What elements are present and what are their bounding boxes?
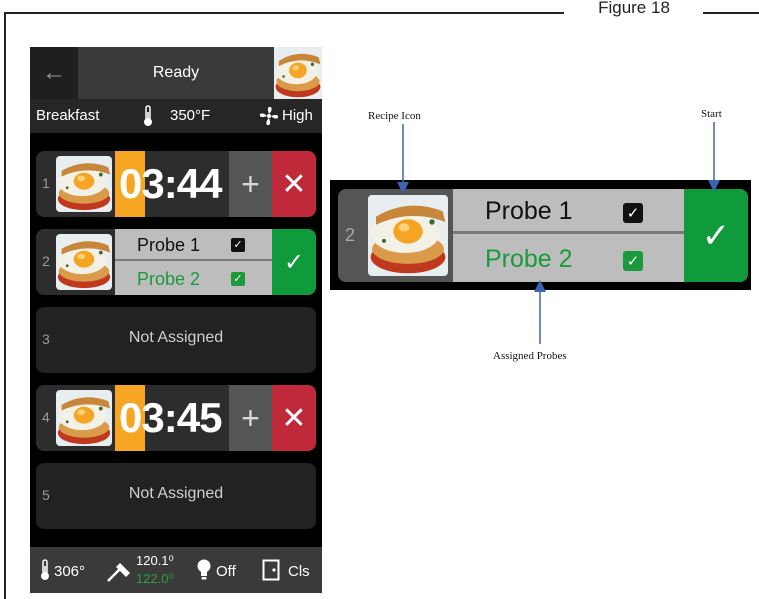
probe-1-label: Probe 1	[485, 197, 573, 225]
fan-speed: High	[282, 107, 313, 124]
thermometer-icon	[41, 559, 49, 580]
assigned-probes-label: Assigned Probes	[493, 350, 567, 362]
top-bar: ← Ready	[30, 47, 322, 99]
slot-4[interactable]: 4 03:45 + ✕	[36, 385, 316, 451]
door-icon	[262, 559, 280, 581]
back-button[interactable]: ←	[30, 47, 78, 99]
recipe-thumbnail	[56, 156, 112, 212]
thermometer-icon	[144, 105, 152, 126]
checkbox-checked-icon: ✓	[623, 251, 643, 271]
plus-icon: +	[241, 165, 260, 202]
add-time-button[interactable]: +	[229, 385, 272, 451]
frame-border-top-right	[703, 12, 759, 14]
start-button[interactable]: ✓	[272, 229, 316, 295]
zoomed-slot-2: 2 Probe 1 ✓ Probe 2 ✓ ✓	[338, 189, 748, 282]
recipe-thumbnail	[56, 390, 112, 446]
start-label: Start	[701, 108, 722, 120]
slot-2[interactable]: 2 Probe 1 ✓ Probe 2 ✓ ✓	[36, 229, 316, 295]
slot-5[interactable]: 5 Not Assigned	[36, 463, 316, 529]
timer-remaining-digits: 3:44	[141, 160, 222, 207]
door-status: Cls	[288, 563, 310, 580]
recipe-icon-label: Recipe Icon	[368, 110, 421, 122]
probe-2-label: Probe 2	[137, 269, 201, 289]
figure-title: Figure 18	[598, 0, 670, 17]
recipe-thumbnail[interactable]	[274, 47, 322, 99]
checkmark-icon: ✓	[283, 248, 305, 276]
checkbox-checked-icon: ✓	[623, 203, 643, 223]
probe-1-temperature: 120.1⁰	[136, 553, 174, 568]
cavity-temperature: 306°	[54, 563, 86, 580]
slot-number: 4	[42, 409, 50, 425]
set-temperature: 350°F	[170, 107, 211, 124]
close-icon: ✕	[281, 167, 307, 201]
cancel-button[interactable]: ✕	[272, 151, 316, 217]
timer-remaining-digits: 3:45	[141, 394, 222, 441]
frame-border-top-left	[4, 12, 564, 14]
slot-status: Not Assigned	[128, 329, 224, 346]
bottom-status-bar: 306° 120.1⁰ 122.0⁰ Off Cls	[30, 547, 322, 593]
probe-2-temperature: 122.0⁰	[136, 571, 174, 586]
fan-icon	[259, 106, 279, 126]
close-icon: ✕	[281, 401, 307, 435]
assigned-probes: Probe 1 ✓ Probe 2 ✓	[115, 229, 272, 295]
add-time-button[interactable]: +	[229, 151, 272, 217]
probe-icon[interactable]	[106, 559, 132, 583]
slot-timer: 03:45	[119, 393, 229, 443]
arrow-left-icon: ←	[42, 59, 66, 86]
recipe-icon	[368, 195, 448, 276]
slot-number: 1	[42, 175, 50, 191]
slot-3[interactable]: 3 Not Assigned	[36, 307, 316, 373]
checkbox-checked-icon[interactable]: ✓	[231, 272, 245, 286]
slot-timer: 03:44	[119, 159, 229, 209]
plus-icon: +	[241, 399, 260, 436]
slot-number: 2	[345, 225, 356, 245]
checkmark-icon: ✓	[701, 216, 731, 255]
probe-row-2: Probe 2 ✓	[453, 237, 684, 282]
assigned-probes: Probe 1 ✓ Probe 2 ✓	[453, 189, 684, 282]
cancel-button[interactable]: ✕	[272, 385, 316, 451]
slot-1[interactable]: 1 03:44 + ✕	[36, 151, 316, 217]
recipe-thumbnail	[56, 234, 112, 290]
timer-accent-digit: 0	[119, 160, 142, 207]
recipe-name: Breakfast	[36, 107, 100, 124]
probe-row-2[interactable]: Probe 2 ✓	[115, 263, 272, 295]
status-title: Ready	[78, 47, 274, 99]
device-screen: ← Ready Breakfast 350°F High 1 03:44 + ✕…	[30, 47, 322, 593]
timer-accent-digit: 0	[119, 394, 142, 441]
zoomed-slot-callout: 2 Probe 1 ✓ Probe 2 ✓ ✓	[330, 180, 751, 290]
probe-row-1[interactable]: Probe 1 ✓	[115, 229, 272, 261]
checkbox-checked-icon[interactable]: ✓	[231, 238, 245, 252]
lightbulb-icon[interactable]	[196, 559, 212, 581]
frame-border-left	[4, 12, 6, 599]
recipe-info-bar: Breakfast 350°F High	[30, 99, 322, 133]
start-button: ✓	[684, 189, 748, 282]
probe-1-label: Probe 1	[137, 235, 201, 255]
slot-number: 2	[42, 253, 50, 269]
probe-row-1: Probe 1 ✓	[453, 189, 684, 234]
probe-2-label: Probe 2	[485, 245, 573, 273]
light-status: Off	[216, 563, 236, 580]
slot-status: Not Assigned	[128, 485, 224, 502]
